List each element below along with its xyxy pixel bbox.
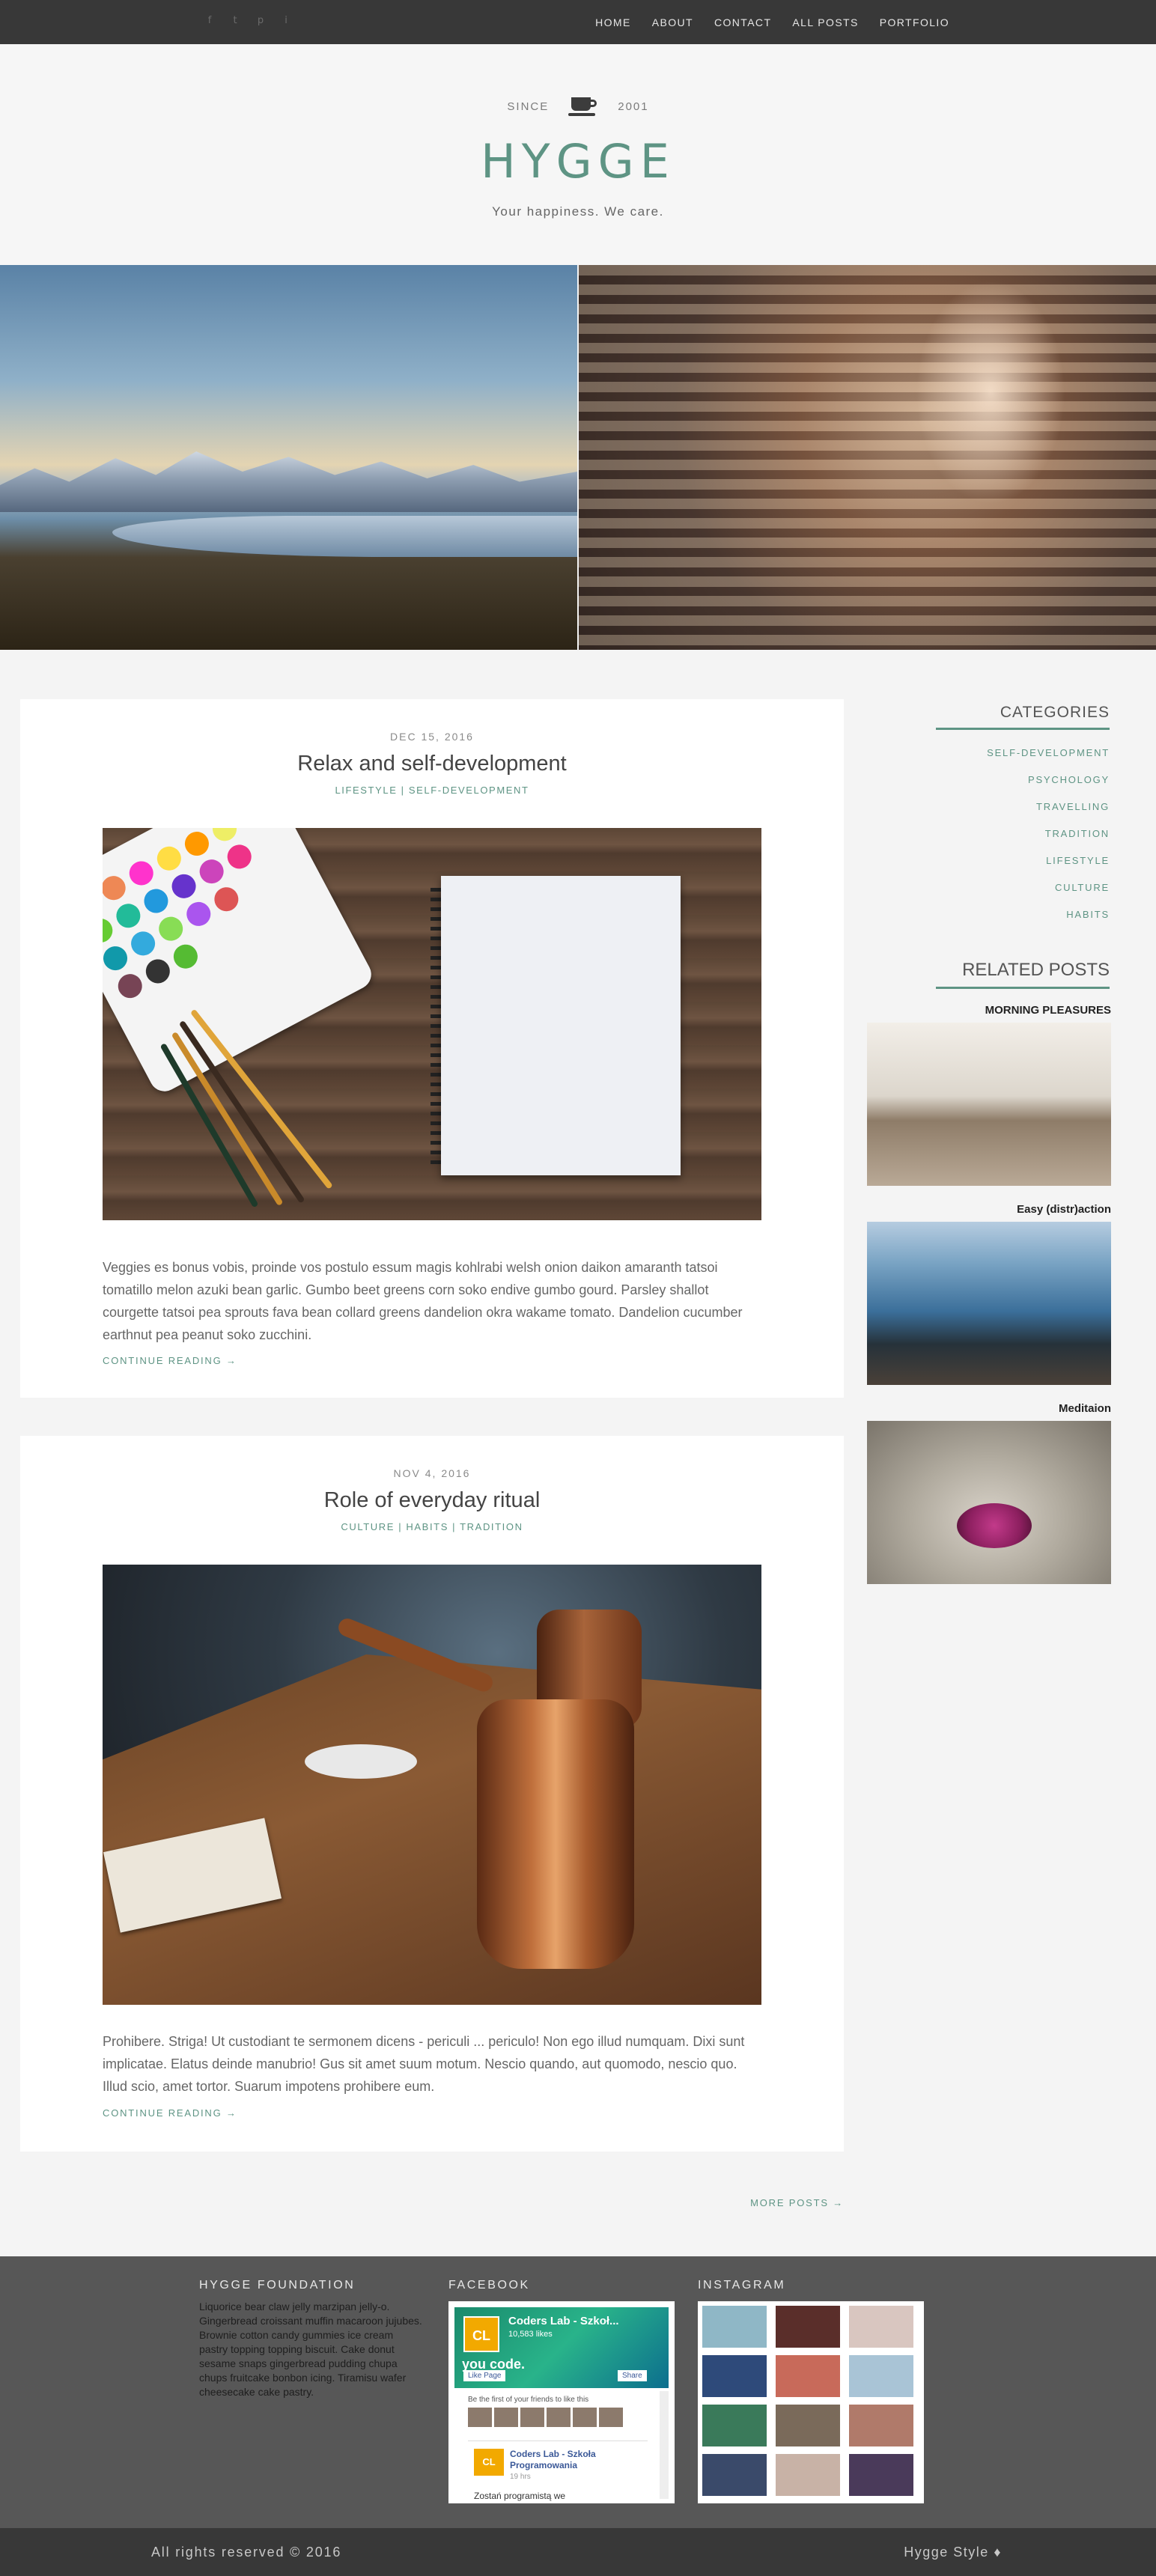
facebook-widget[interactable]: CL Coders Lab - Szkoł... 10,583 likes yo… [448,2301,675,2503]
nav-about[interactable]: ABOUT [652,15,693,30]
continue-reading-link[interactable]: CONTINUE READING → [103,2107,237,2119]
post-card: NOV 4, 2016 Role of everyday ritual CULT… [20,1436,844,2152]
footer-foundation-title: HYGGE FOUNDATION [199,2279,356,2292]
facebook-icon[interactable]: f [204,15,216,27]
instagram-thumbnail[interactable] [702,2454,767,2496]
instagram-thumbnail[interactable] [702,2355,767,2397]
category-lifestyle[interactable]: LIFESTYLE [936,847,1110,874]
hero-image-books [579,265,1156,650]
footer-facebook: FACEBOOK CL Coders Lab - Szkoł... 10,583… [448,2279,676,2503]
footer-foundation-text: Liquorice bear claw jelly marzipan jelly… [199,2301,422,2398]
since-year: 2001 [618,100,649,113]
nav-portfolio[interactable]: PORTFOLIO [880,15,949,30]
facebook-post[interactable]: CL Coders Lab - Szkoła Programowania 19 … [468,2440,648,2503]
category-tradition[interactable]: TRADITION [936,820,1110,847]
facebook-post-text: Zostań programistą we [474,2491,566,2501]
instagram-thumbnail[interactable] [776,2454,840,2496]
post-categories[interactable]: LIFESTYLE | SELF-DEVELOPMENT [20,785,844,796]
category-travelling[interactable]: TRAVELLING [936,794,1110,820]
instagram-thumbnail[interactable] [776,2405,840,2446]
style-credit[interactable]: Hygge Style ♦ [904,2545,1002,2560]
footer-foundation: HYGGE FOUNDATION Liquorice bear claw jel… [199,2279,424,2399]
facebook-friends-text: Be the first of your friends to like thi… [468,2396,589,2404]
bottom-bar: All rights reserved © 2016 Hygge Style ♦ [0,2528,1156,2576]
since-label: SINCE [507,100,550,113]
instagram-thumbnail[interactable] [849,2306,913,2348]
categories-list: SELF-DEVELOPMENT PSYCHOLOGY TRAVELLING T… [936,740,1110,928]
post-image-copper-kettle[interactable] [103,1565,761,2005]
instagram-icon[interactable]: i [280,15,292,27]
category-habits[interactable]: HABITS [936,901,1110,928]
top-navigation-bar: f t p i HOME ABOUT CONTACT ALL POSTS POR… [0,0,1156,44]
post-date: DEC 15, 2016 [390,731,474,743]
related-post[interactable]: Easy (distr)action [867,1202,1111,1385]
facebook-share-button[interactable]: Share [618,2370,647,2381]
post-card: DEC 15, 2016 Relax and self-development … [20,699,844,1398]
site-tagline: Your happiness. We care. [492,204,664,219]
facebook-likes: 10,583 likes [508,2330,553,2339]
related-post-title[interactable]: Easy (distr)action [867,1202,1111,1217]
pinterest-icon[interactable]: p [255,15,267,27]
category-culture[interactable]: CULTURE [936,874,1110,901]
facebook-scrollbar[interactable] [660,2391,669,2499]
category-psychology[interactable]: PSYCHOLOGY [936,767,1110,794]
related-posts-heading: RELATED POSTS [936,960,1110,989]
continue-reading-link[interactable]: CONTINUE READING → [103,1355,237,1366]
instagram-thumbnail[interactable] [702,2306,767,2348]
more-posts-link[interactable]: MORE POSTS → [741,2197,844,2208]
instagram-thumbnail[interactable] [776,2355,840,2397]
instagram-thumbnail[interactable] [776,2306,840,2348]
facebook-page-logo[interactable]: CL [463,2316,499,2352]
nav-all-posts[interactable]: ALL POSTS [792,15,858,30]
coffee-cup-icon [568,94,598,118]
post-date: NOV 4, 2016 [393,1467,471,1479]
twitter-icon[interactable]: t [229,15,241,27]
nav-home[interactable]: HOME [595,15,631,30]
post-excerpt: Veggies es bonus vobis, proinde vos post… [103,1260,743,1342]
instagram-grid [698,2301,924,2503]
facebook-like-button[interactable]: Like Page [463,2370,506,2381]
hero-image-mountains [0,265,577,650]
footer-instagram: INSTAGRAM [698,2279,925,2503]
footer: HYGGE FOUNDATION Liquorice bear claw jel… [0,2256,1156,2528]
footer-facebook-title: FACEBOOK [448,2279,530,2292]
related-post-image[interactable] [867,1222,1111,1385]
facebook-post-logo: CL [474,2449,504,2476]
nav-contact[interactable]: CONTACT [714,15,771,30]
related-post-image[interactable] [867,1421,1111,1584]
post-title[interactable]: Role of everyday ritual [20,1488,844,1513]
since-row: SINCE 2001 [0,94,1156,118]
facebook-post-time: 19 hrs [510,2473,531,2481]
main-nav: HOME ABOUT CONTACT ALL POSTS PORTFOLIO [595,15,949,30]
facebook-post-name[interactable]: Coders Lab - Szkoła Programowania [510,2449,645,2471]
footer-instagram-title: INSTAGRAM [698,2279,786,2292]
post-excerpt: Prohibere. Striga! Ut custodiant te serm… [103,2034,745,2094]
related-post-image[interactable] [867,1023,1111,1186]
site-header: SINCE 2001 HYGGE Your happiness. We care… [0,44,1156,265]
post-categories[interactable]: CULTURE | HABITS | TRADITION [20,1521,844,1532]
page: f t p i HOME ABOUT CONTACT ALL POSTS POR… [0,0,1156,2576]
instagram-thumbnail[interactable] [702,2405,767,2446]
post-title[interactable]: Relax and self-development [20,752,844,776]
related-post[interactable]: MORNING PLEASURES [867,1003,1111,1186]
instagram-thumbnail[interactable] [849,2405,913,2446]
instagram-thumbnail[interactable] [849,2355,913,2397]
copyright-text: All rights reserved © 2016 [151,2545,342,2560]
instagram-thumbnail[interactable] [849,2454,913,2496]
facebook-page-name[interactable]: Coders Lab - Szkoł... [508,2315,619,2327]
social-links: f t p i [204,15,292,27]
facebook-friend-faces [468,2408,623,2427]
categories-heading: CATEGORIES [936,704,1110,730]
category-self-development[interactable]: SELF-DEVELOPMENT [936,740,1110,767]
site-logo[interactable]: HYGGE [0,134,1156,189]
post-image-paints[interactable] [103,828,761,1220]
related-post[interactable]: Meditaion [867,1401,1111,1584]
related-post-title[interactable]: MORNING PLEASURES [867,1003,1111,1018]
related-post-title[interactable]: Meditaion [867,1401,1111,1416]
